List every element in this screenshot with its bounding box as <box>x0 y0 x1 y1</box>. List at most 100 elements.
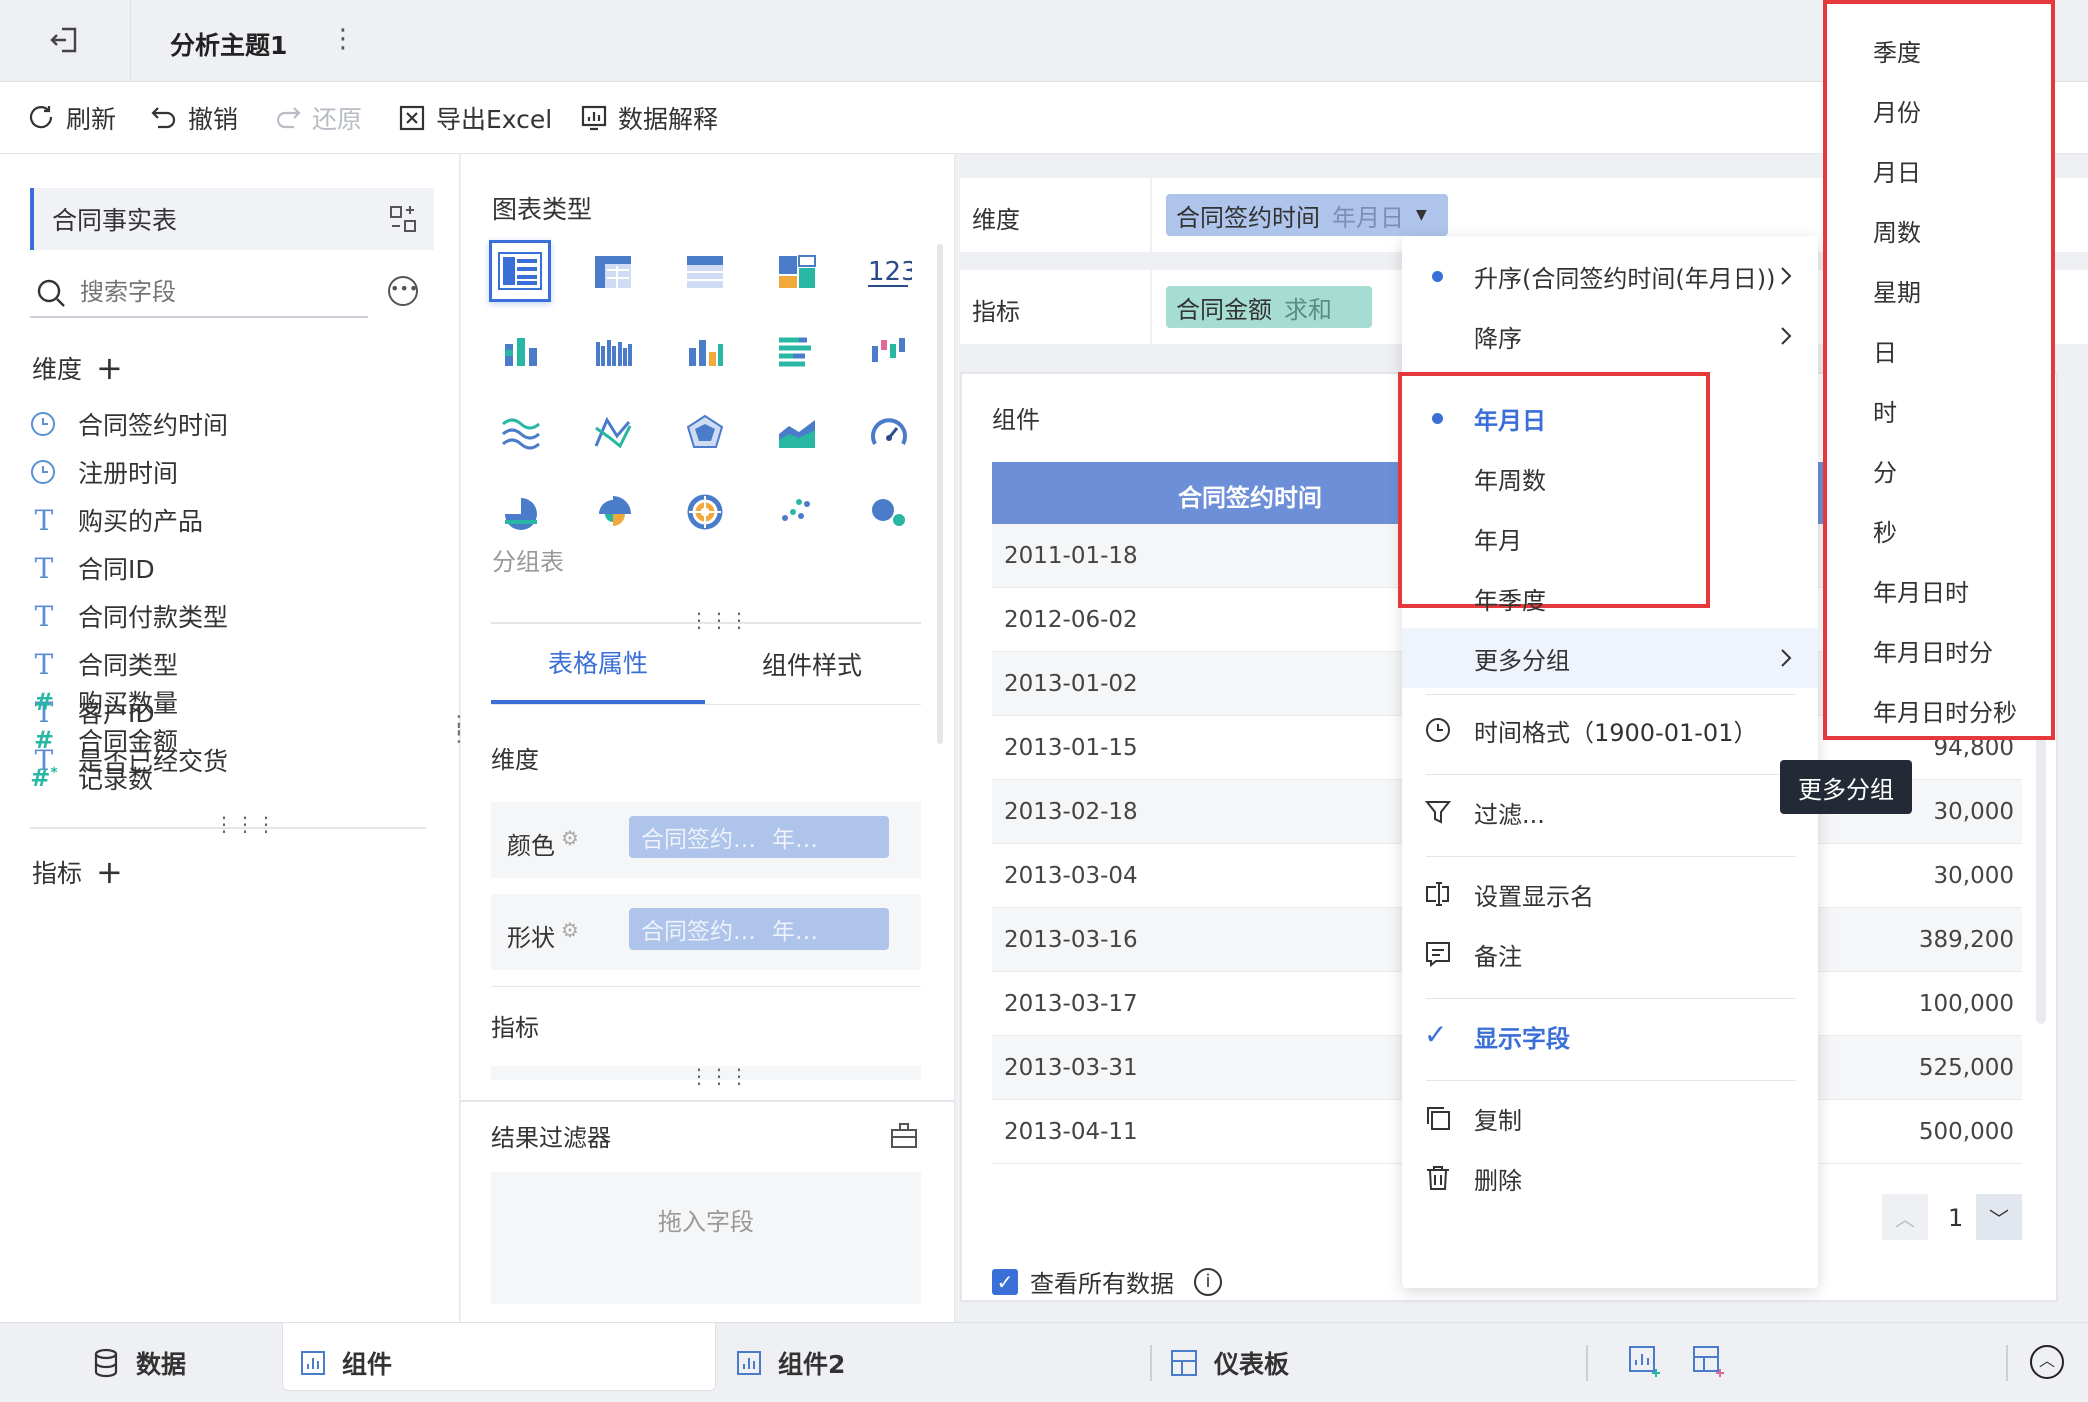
detail-table-icon[interactable] <box>677 244 733 300</box>
field-label: 记录数 <box>78 765 154 794</box>
measure-field[interactable]: # 合同金额 <box>30 720 178 760</box>
search-input[interactable] <box>80 274 360 310</box>
more-options-icon[interactable]: ••• <box>388 276 418 306</box>
gauge-icon[interactable] <box>861 404 917 460</box>
dimension-field[interactable]: T 合同付款类型 <box>30 596 228 636</box>
submenu-item[interactable]: 分 <box>1873 450 1897 490</box>
settings-gear-icon[interactable]: ⚙ <box>561 826 579 850</box>
menu-item-filter[interactable]: 过滤... <box>1402 782 1818 842</box>
color-row: 颜色 ⚙ 合同签约… 年… <box>491 802 921 878</box>
submenu-item[interactable]: 季度 <box>1873 30 1921 70</box>
page-up-button[interactable]: ︿ <box>1882 1194 1928 1240</box>
dimension-field[interactable]: T 合同ID <box>30 548 155 588</box>
info-icon[interactable]: i <box>1194 1267 1222 1296</box>
table-selector[interactable]: 合同事实表 <box>30 188 434 250</box>
submenu-item[interactable]: 月份 <box>1873 90 1921 130</box>
area-chart-icon[interactable] <box>769 404 825 460</box>
multi-bar-icon[interactable] <box>585 324 641 380</box>
menu-item-group-option[interactable]: 年季度 <box>1402 568 1818 628</box>
tab-component-style[interactable]: 组件样式 <box>705 624 919 704</box>
tab-dashboard[interactable]: 仪表板 <box>1170 1323 1289 1402</box>
settings-gear-icon[interactable]: ⚙ <box>561 918 579 942</box>
submenu-item[interactable]: 月日 <box>1873 150 1921 190</box>
submenu-item[interactable]: 日 <box>1873 330 1897 370</box>
tab-table-properties[interactable]: 表格属性 <box>491 624 705 704</box>
submenu-item[interactable]: 年月日时 <box>1873 570 1969 610</box>
wave-line-icon[interactable] <box>493 404 549 460</box>
stacked-bar-icon[interactable] <box>493 324 549 380</box>
scatter-icon[interactable] <box>769 484 825 540</box>
filter-drop-zone[interactable]: 拖入字段 <box>491 1172 921 1304</box>
submenu-item[interactable]: 星期 <box>1873 270 1921 310</box>
splitter-handle[interactable]: ⋮⋮⋮ <box>214 812 277 836</box>
undo-button[interactable]: 撤销 <box>150 82 238 154</box>
dimension-field-chip[interactable]: 合同签约时间 年月日 ▼ <box>1166 194 1448 236</box>
submenu-item[interactable]: 时 <box>1873 390 1897 430</box>
exit-icon[interactable] <box>48 24 80 56</box>
dimension-field[interactable]: 合同签约时间 <box>30 404 228 444</box>
bubble-icon[interactable] <box>861 484 917 540</box>
splitter-handle[interactable]: ⋮⋮⋮ <box>689 1064 749 1088</box>
menu-item-more-group[interactable]: 更多分组 <box>1402 628 1818 688</box>
menu-item-copy[interactable]: 复制 <box>1402 1088 1818 1148</box>
page-down-button[interactable]: ﹀ <box>1976 1194 2022 1240</box>
menu-item-time-format[interactable]: 时间格式（1900-01-01） <box>1402 700 1818 760</box>
cross-table-icon[interactable] <box>585 244 641 300</box>
rose-chart-icon[interactable] <box>585 484 641 540</box>
menu-item-descending[interactable]: 降序 <box>1402 306 1818 366</box>
measure-field[interactable]: #* 记录数 <box>30 758 153 798</box>
column-header: 合同签约时间 <box>1178 484 1322 512</box>
export-excel-button[interactable]: 导出Excel <box>398 82 552 154</box>
add-component-icon[interactable] <box>1628 1345 1662 1379</box>
add-dimension-icon[interactable]: + <box>96 352 123 384</box>
menu-item-note[interactable]: 备注 <box>1402 924 1818 984</box>
submenu-item[interactable]: 年月日时分秒 <box>1873 690 2017 730</box>
caret-down-icon[interactable]: ▼ <box>1416 207 1427 223</box>
kpi-number-icon[interactable]: 123 <box>861 244 917 300</box>
menu-item-delete[interactable]: 删除 <box>1402 1148 1818 1208</box>
redo-icon <box>276 107 301 129</box>
pie-chart-icon[interactable] <box>493 484 549 540</box>
horizontal-bar-icon[interactable] <box>769 324 825 380</box>
color-field-chip[interactable]: 合同签约… 年… <box>629 816 889 858</box>
line-chart-icon[interactable] <box>585 404 641 460</box>
radar-chart-icon[interactable] <box>677 404 733 460</box>
tab-data[interactable]: 数据 <box>92 1323 186 1402</box>
svg-text:123: 123 <box>868 257 912 287</box>
dimension-field[interactable]: 注册时间 <box>30 452 178 492</box>
submenu-item[interactable]: 周数 <box>1873 210 1921 250</box>
refresh-button[interactable]: 刷新 <box>26 82 116 154</box>
menu-item-show-field[interactable]: ✓ 显示字段 <box>1402 1006 1818 1066</box>
column-chart-icon[interactable] <box>677 324 733 380</box>
submenu-item[interactable]: 年月日时分 <box>1873 630 1993 670</box>
waterfall-icon[interactable] <box>861 324 917 380</box>
switch-table-icon[interactable] <box>388 204 418 234</box>
view-all-data-checkbox[interactable]: ✓ 查看所有数据 i <box>992 1264 1222 1299</box>
menu-item-ascending[interactable]: 升序(合同签约时间(年月日)) <box>1402 246 1818 306</box>
dimension-field[interactable]: T 购买的产品 <box>30 500 203 540</box>
grouped-table-icon[interactable] <box>489 240 551 302</box>
menu-item-group-option[interactable]: 年月日 <box>1402 388 1818 448</box>
menu-item-group-option[interactable]: 年周数 <box>1402 448 1818 508</box>
measure-field-chip[interactable]: 合同金额 求和 <box>1166 286 1372 328</box>
menu-item-rename[interactable]: 设置显示名 <box>1402 864 1818 924</box>
shape-field-chip[interactable]: 合同签约… 年… <box>629 908 889 950</box>
filter-box-icon[interactable] <box>889 1120 919 1150</box>
data-explain-button[interactable]: 数据解释 <box>580 82 718 154</box>
add-measure-icon[interactable]: + <box>96 856 123 888</box>
redo-button[interactable]: 还原 <box>274 82 362 154</box>
menu-item-group-option[interactable]: 年月 <box>1402 508 1818 568</box>
tab-component[interactable]: 组件 <box>300 1323 392 1402</box>
tab-component-2[interactable]: 组件2 <box>736 1323 845 1402</box>
measure-title: 指标 <box>32 859 83 888</box>
search-icon <box>37 279 65 307</box>
measure-field[interactable]: # 购买数量 <box>30 682 178 722</box>
collapse-up-icon[interactable]: ︿ <box>2030 1345 2064 1379</box>
treemap-icon[interactable] <box>769 244 825 300</box>
dimension-field[interactable]: T 合同类型 <box>30 644 178 684</box>
add-dashboard-icon[interactable] <box>1692 1345 1726 1379</box>
submenu-item[interactable]: 秒 <box>1873 510 1897 550</box>
checkbox-checked-icon[interactable]: ✓ <box>992 1268 1018 1295</box>
sunburst-icon[interactable] <box>677 484 733 540</box>
more-icon[interactable]: ⋮ <box>330 24 356 54</box>
